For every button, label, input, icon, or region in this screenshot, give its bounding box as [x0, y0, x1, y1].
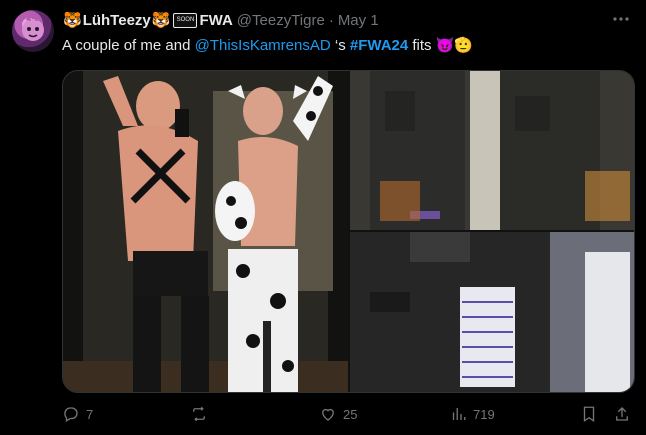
heart-icon	[322, 408, 334, 421]
avatar[interactable]	[12, 10, 54, 52]
bookmark-button[interactable]	[580, 405, 598, 423]
views-icon	[452, 408, 466, 420]
soon-badge: SOON	[173, 12, 198, 28]
action-bar: 7 25 719	[62, 405, 633, 427]
tweet-text-part: fits	[408, 37, 432, 54]
photo-2[interactable]	[350, 71, 634, 230]
tiger-avatar-illustration	[22, 14, 44, 41]
mention-link[interactable]: @ThisIsKamrensAD	[195, 37, 331, 54]
media-grid	[62, 70, 635, 393]
retweet-button[interactable]	[190, 405, 214, 423]
coveralls-duo-image	[350, 71, 634, 230]
tweet-emojis: 😈🫡	[435, 37, 474, 54]
tweet-text: A couple of me and @ThisIsKamrensAD ‘s #…	[62, 36, 473, 54]
hashtag-link[interactable]: #FWA24	[350, 37, 408, 54]
tweet-text-part: ‘s	[330, 37, 350, 54]
tweet-header: 🐯 LühTeezy 🐯 SOON FWA @TeezyTigre · May …	[62, 10, 379, 30]
more-options-icon[interactable]	[612, 10, 630, 33]
tiger-emoji-icon: 🐯	[151, 12, 171, 29]
like-count: 25	[343, 406, 358, 422]
fwa-label: FWA	[199, 11, 233, 29]
like-button[interactable]: 25	[319, 405, 357, 423]
view-count: 719	[473, 406, 495, 422]
mirror-selfie-image	[63, 71, 348, 392]
author-handle[interactable]: @TeezyTigre	[237, 12, 325, 29]
coveralls-cards-image	[350, 232, 634, 392]
retweet-icon	[193, 406, 205, 422]
photo-1[interactable]	[63, 71, 348, 392]
author-display-name[interactable]: LühTeezy	[83, 12, 151, 29]
separator-dot: ·	[328, 11, 334, 29]
views-button[interactable]: 719	[449, 405, 495, 423]
reply-button[interactable]: 7	[62, 405, 93, 423]
bookmark-icon	[583, 406, 595, 423]
post-date[interactable]: May 1	[338, 12, 379, 29]
tweet-text-part: A couple of me and	[62, 37, 195, 54]
share-button[interactable]	[613, 405, 631, 423]
tiger-emoji-icon: 🐯	[63, 12, 82, 29]
reply-count: 7	[86, 406, 94, 422]
share-icon	[616, 407, 628, 421]
photo-3[interactable]	[350, 232, 634, 392]
reply-icon	[64, 407, 78, 422]
